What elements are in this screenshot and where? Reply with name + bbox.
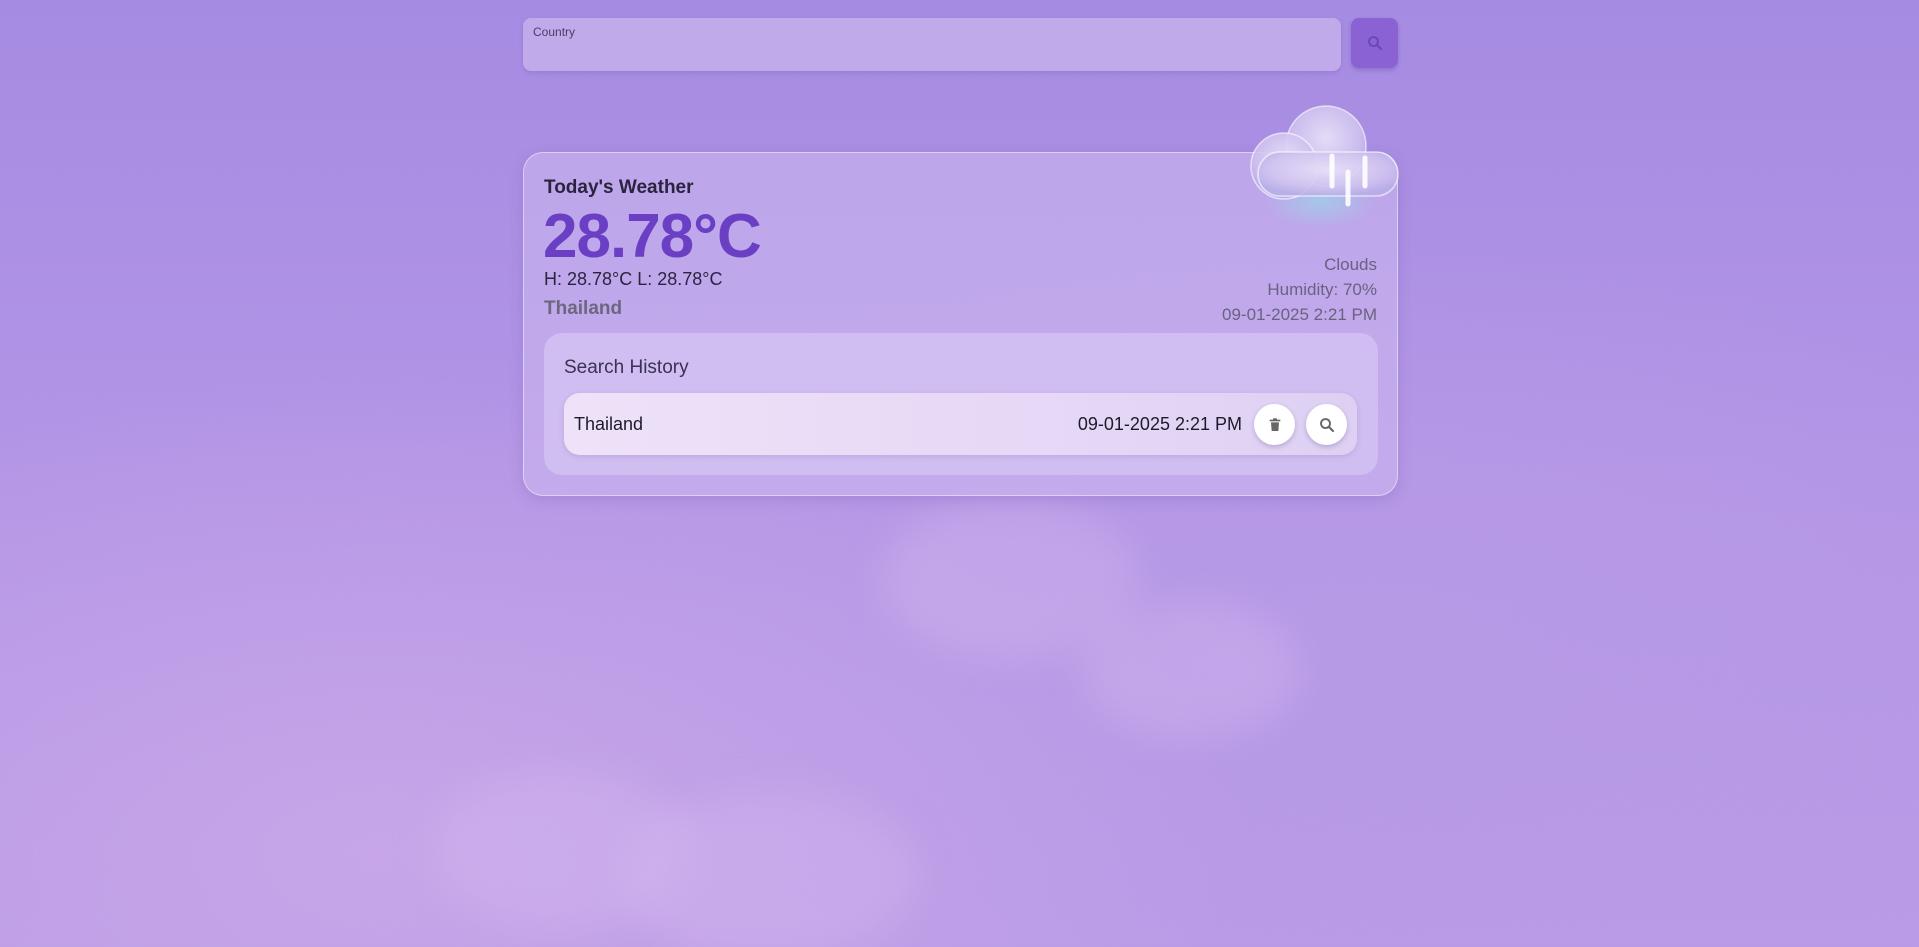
trash-icon — [1269, 417, 1280, 431]
country-input[interactable] — [533, 42, 1327, 66]
history-item-datetime: 09-01-2025 2:21 PM — [1077, 414, 1242, 434]
temperature-value: 28.78°C — [543, 202, 762, 271]
history-item[interactable]: Thailand 09-01-2025 2:21 PM — [564, 393, 1357, 455]
country-field-label: Country — [533, 25, 576, 39]
background-cloud — [880, 500, 1140, 660]
search-history-button[interactable] — [1306, 404, 1347, 445]
search-button[interactable] — [1351, 18, 1398, 68]
search-icon — [1319, 417, 1334, 432]
delete-history-button[interactable] — [1254, 404, 1295, 445]
search-history-title: Search History — [564, 357, 689, 378]
humidity-value: Humidity: 70% — [1267, 280, 1377, 299]
country-name: Thailand — [544, 298, 623, 319]
country-search-field[interactable]: Country — [523, 18, 1341, 71]
weather-details: Clouds Humidity: 70% 09-01-2025 2:21 PM — [1222, 252, 1377, 327]
search-icon — [1367, 36, 1382, 51]
weather-title: Today's Weather — [544, 177, 694, 198]
search-history-panel: Search History Thailand 09-01-2025 2:21 … — [544, 333, 1378, 475]
background-cloud — [620, 790, 920, 947]
weather-condition: Clouds — [1324, 255, 1377, 274]
cloud-rain-icon — [1236, 96, 1404, 229]
history-item-name: Thailand — [574, 414, 644, 434]
weather-datetime: 09-01-2025 2:21 PM — [1222, 305, 1377, 324]
high-low-temperature: H: 28.78°C L: 28.78°C — [544, 269, 723, 289]
